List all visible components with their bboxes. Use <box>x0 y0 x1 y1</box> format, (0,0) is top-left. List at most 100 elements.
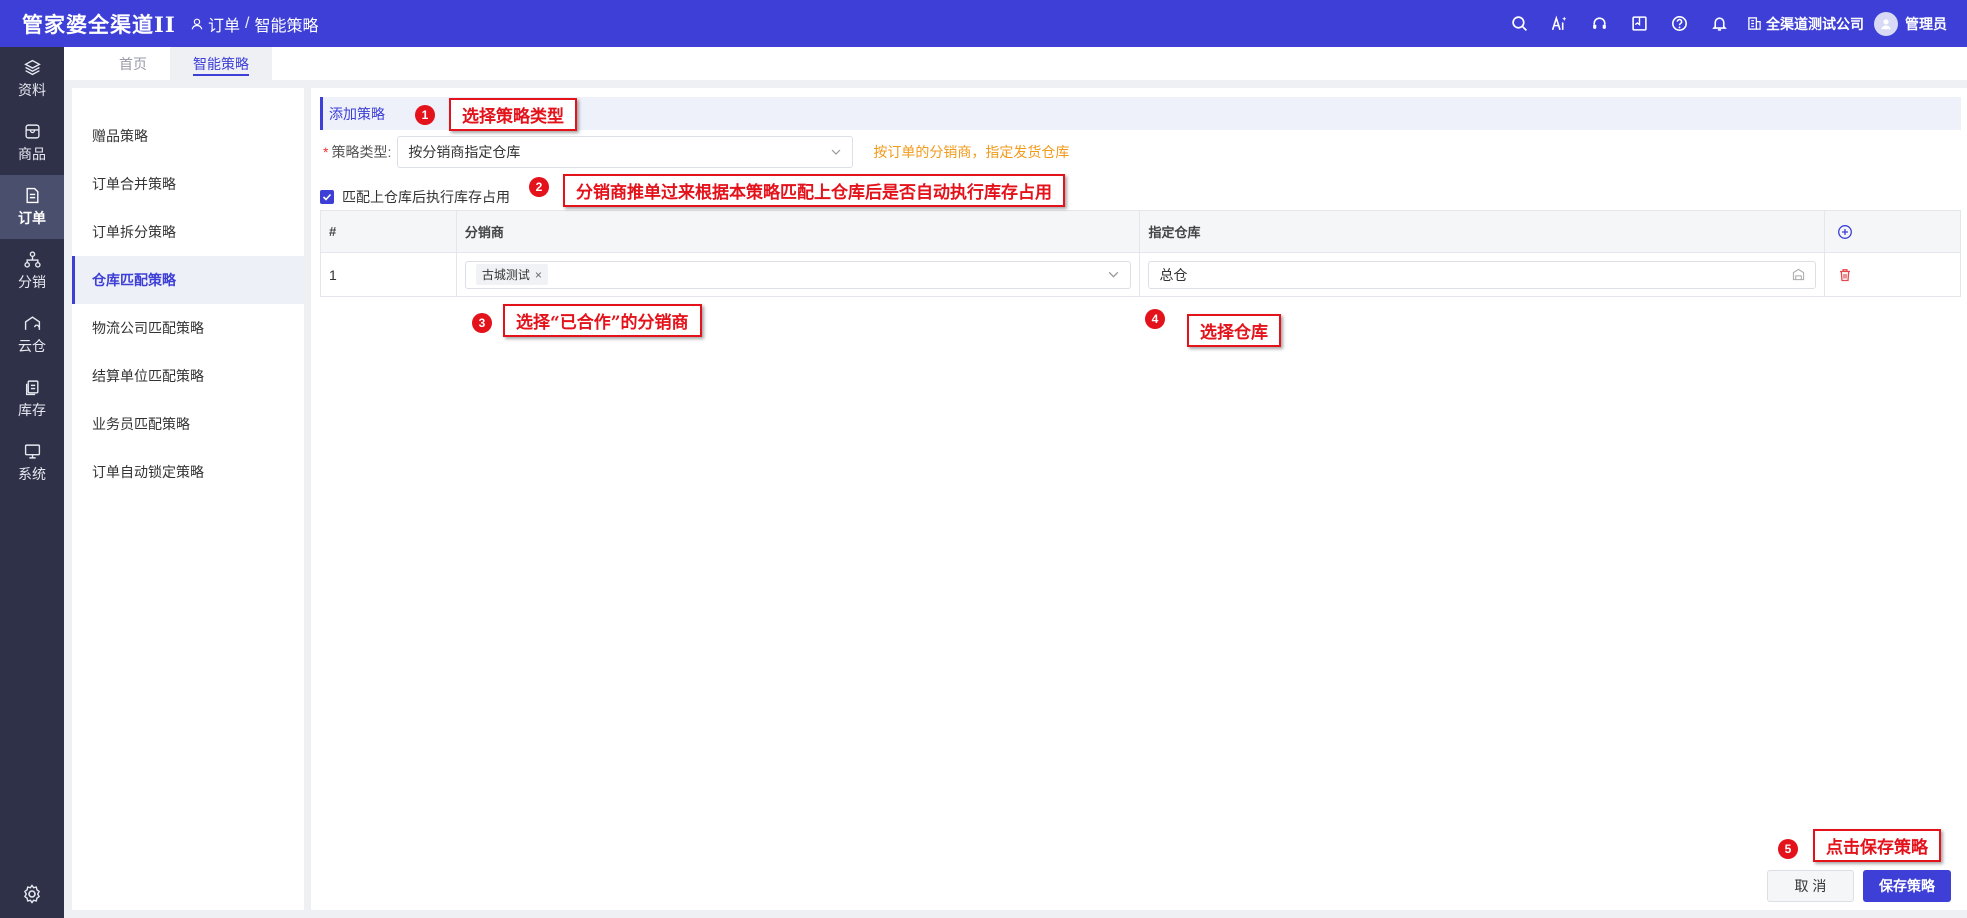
check-icon <box>322 193 332 201</box>
chevron-down-icon <box>831 149 841 155</box>
strategy-menu: 赠品策略 订单合并策略 订单拆分策略 仓库匹配策略 物流公司匹配策略 结算单位匹… <box>72 88 304 910</box>
building-icon <box>1748 17 1761 30</box>
top-bar: 管家婆全渠道II 订单 / 智能策略 全渠道测试公司 管理员 <box>0 0 1967 47</box>
strategy-type-value: 按分销商指定仓库 <box>408 144 521 160</box>
breadcrumb-separator: / <box>245 14 250 32</box>
page-tabs: 首页 智能策略 <box>64 47 1967 80</box>
menu-item-order-auto-lock-strategy[interactable]: 订单自动锁定策略 <box>72 448 304 496</box>
menu-item-order-split-strategy[interactable]: 订单拆分策略 <box>72 208 304 256</box>
ai-icon[interactable] <box>1539 0 1579 47</box>
row-actions-cell <box>1824 252 1961 297</box>
nav-item-cloud-warehouse[interactable]: 云仓 <box>0 303 64 367</box>
chevron-down-icon <box>1109 271 1119 278</box>
cloud-warehouse-icon <box>24 315 40 330</box>
distributor-tag: 古城测试 × <box>475 264 548 285</box>
user-menu[interactable]: 管理员 <box>1874 11 1947 36</box>
header-actions <box>1824 210 1961 253</box>
header-index: # <box>320 210 457 253</box>
nav-label: 商品 <box>18 145 46 162</box>
top-right-tools: 全渠道测试公司 管理员 <box>1499 0 1967 47</box>
warehouse-value: 总仓 <box>1159 266 1188 283</box>
breadcrumb-orders[interactable]: 订单 <box>208 12 240 36</box>
app-logo[interactable]: 管家婆全渠道II <box>0 9 180 39</box>
annotation-number-3: 3 <box>472 313 492 333</box>
header-warehouse: 指定仓库 <box>1139 210 1826 253</box>
annotation-callout-1: 选择策略类型 <box>449 98 577 131</box>
nav-item-data[interactable]: 资料 <box>0 47 64 111</box>
headset-icon[interactable] <box>1579 0 1619 47</box>
book-icon[interactable] <box>1619 0 1659 47</box>
nav-label: 订单 <box>18 209 46 226</box>
menu-item-warehouse-match-strategy[interactable]: 仓库匹配策略 <box>72 256 304 304</box>
add-row-icon[interactable] <box>1837 224 1853 240</box>
strategy-type-label: 策略类型: <box>331 144 392 160</box>
menu-item-order-merge-strategy[interactable]: 订单合并策略 <box>72 160 304 208</box>
search-icon[interactable] <box>1499 0 1539 47</box>
company-name: 全渠道测试公司 <box>1766 15 1864 32</box>
annotation-callout-4: 选择仓库 <box>1187 314 1281 347</box>
row-index: 1 <box>320 252 457 297</box>
company-switcher[interactable]: 全渠道测试公司 <box>1747 14 1864 34</box>
required-mark: * <box>323 144 329 160</box>
distributor-warehouse-table: # 分销商 指定仓库 1 古城测试 × 总仓 <box>320 210 1961 297</box>
annotation-callout-5: 点击保存策略 <box>1813 829 1941 862</box>
stock-occupy-checkbox[interactable] <box>320 190 334 204</box>
menu-item-salesperson-match-strategy[interactable]: 业务员匹配策略 <box>72 400 304 448</box>
network-icon <box>23 250 41 268</box>
trash-icon[interactable] <box>1837 267 1853 283</box>
nav-item-goods[interactable]: 商品 <box>0 111 64 175</box>
distributor-select[interactable]: 古城测试 × <box>464 260 1132 289</box>
avatar <box>1874 11 1898 36</box>
breadcrumb: 订单 / 智能策略 <box>190 12 318 36</box>
left-nav: 资料 商品 订单 分销 云仓 库存 系统 <box>0 47 64 918</box>
close-icon[interactable]: × <box>535 268 542 282</box>
warehouse-select[interactable]: 总仓 <box>1148 260 1817 289</box>
annotation-number-1: 1 <box>415 105 435 125</box>
cancel-button[interactable]: 取 消 <box>1767 870 1854 902</box>
distributor-cell: 古城测试 × <box>455 252 1141 297</box>
monitor-icon <box>24 443 40 459</box>
nav-label: 资料 <box>18 81 46 98</box>
nav-item-system[interactable]: 系统 <box>0 431 64 495</box>
menu-item-logistics-match-strategy[interactable]: 物流公司匹配策略 <box>72 304 304 352</box>
layers-icon <box>23 59 41 75</box>
nav-label: 系统 <box>18 465 46 482</box>
nav-label: 分销 <box>18 273 46 290</box>
table-row: 1 古城测试 × 总仓 <box>320 252 1961 297</box>
bell-icon[interactable] <box>1699 0 1739 47</box>
header-distributor: 分销商 <box>455 210 1141 253</box>
menu-item-gift-strategy[interactable]: 赠品策略 <box>72 112 304 160</box>
distributor-tag-label: 古城测试 <box>481 268 530 282</box>
tab-home[interactable]: 首页 <box>96 47 170 80</box>
table-header-row: # 分销商 指定仓库 <box>320 210 1961 253</box>
box-icon <box>24 123 40 139</box>
user-outline-icon <box>191 18 203 29</box>
user-name: 管理员 <box>1905 15 1947 32</box>
strategy-type-select[interactable]: 按分销商指定仓库 <box>397 136 854 168</box>
menu-item-settlement-match-strategy[interactable]: 结算单位匹配策略 <box>72 352 304 400</box>
user-avatar-icon <box>1881 18 1891 29</box>
annotation-number-2: 2 <box>529 177 549 197</box>
help-icon[interactable] <box>1659 0 1699 47</box>
warehouse-icon <box>1792 268 1805 281</box>
strategy-form-panel: 添加策略 * 策略类型: 按分销商指定仓库 按订单的分销商，指定发货仓库 匹配上… <box>311 88 1967 910</box>
nav-item-orders[interactable]: 订单 <box>0 175 64 239</box>
strategy-type-hint: 按订单的分销商，指定发货仓库 <box>873 144 1070 160</box>
nav-item-distribution[interactable]: 分销 <box>0 239 64 303</box>
warehouse-cell: 总仓 <box>1139 252 1826 297</box>
annotation-number-5: 5 <box>1778 839 1798 859</box>
nav-label: 库存 <box>18 401 46 418</box>
annotation-callout-3: 选择“已合作”的分销商 <box>503 304 702 337</box>
breadcrumb-smart-strategy: 智能策略 <box>254 17 319 35</box>
tab-smart-strategy[interactable]: 智能策略 <box>170 47 272 80</box>
stock-occupy-option[interactable]: 匹配上仓库后执行库存占用 <box>320 187 510 207</box>
annotation-number-4: 4 <box>1145 309 1165 329</box>
order-icon <box>25 187 39 203</box>
nav-item-inventory[interactable]: 库存 <box>0 367 64 431</box>
annotation-callout-2: 分销商推单过来根据本策略匹配上仓库后是否自动执行库存占用 <box>563 174 1065 207</box>
strategy-type-row: * 策略类型: 按分销商指定仓库 按订单的分销商，指定发货仓库 <box>323 136 1069 168</box>
nav-label: 云仓 <box>18 337 46 354</box>
save-strategy-button[interactable]: 保存策略 <box>1863 870 1951 902</box>
gear-icon[interactable] <box>22 884 42 904</box>
stock-occupy-label: 匹配上仓库后执行库存占用 <box>342 189 510 205</box>
